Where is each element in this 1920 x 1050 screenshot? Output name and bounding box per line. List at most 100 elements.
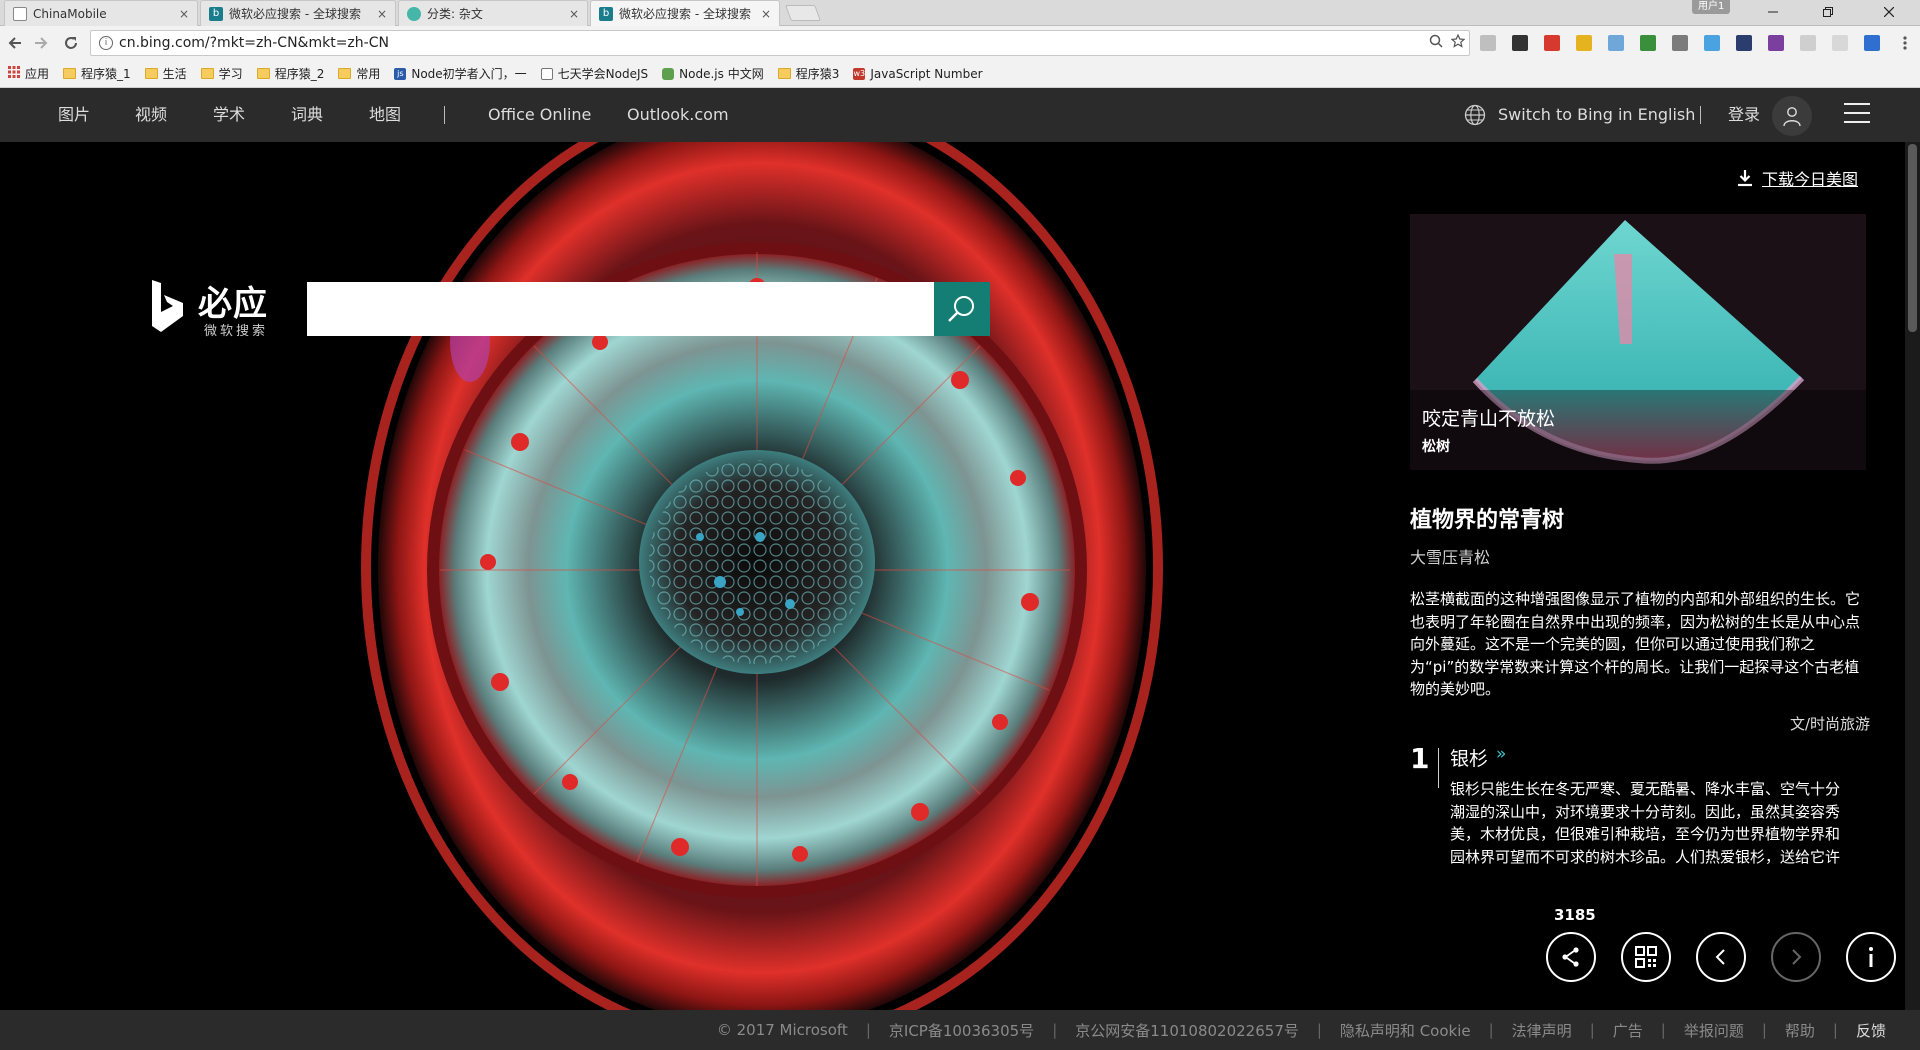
address-bar[interactable]: i cn.bing.com/?mkt=zh-CN&mkt=zh-CN [90, 30, 1470, 56]
share-button[interactable] [1546, 932, 1596, 982]
w3-icon: w3 [853, 67, 866, 80]
bookmark-folder[interactable]: 学习 [200, 65, 243, 82]
nav-videos[interactable]: 视频 [135, 88, 167, 142]
info-button[interactable] [1846, 932, 1896, 982]
reload-icon[interactable] [60, 32, 82, 54]
nav-dictionary[interactable]: 词典 [291, 88, 323, 142]
back-arrow-icon[interactable] [4, 32, 26, 54]
minimize-icon[interactable] [1750, 0, 1796, 24]
extension-icon[interactable] [1544, 35, 1560, 51]
article-author: 文/时尚旅游 [1789, 714, 1870, 733]
next-image-button[interactable] [1771, 932, 1821, 982]
footer-ads-link[interactable]: 广告 [1613, 1020, 1643, 1041]
forward-arrow-icon[interactable] [30, 32, 52, 54]
hamburger-menu-icon[interactable] [1844, 103, 1870, 125]
extension-icon[interactable] [1864, 35, 1880, 51]
scrollbar-thumb[interactable] [1908, 144, 1917, 332]
avatar[interactable] [1772, 96, 1812, 136]
nav-office-online[interactable]: Office Online [488, 88, 591, 142]
bookmark-label: 七天学会NodeJS [557, 67, 649, 81]
extension-icon[interactable] [1672, 35, 1688, 51]
switch-language-link[interactable]: Switch to Bing in English [1498, 88, 1695, 142]
tab-close-icon[interactable]: × [377, 7, 387, 21]
bookmark-link[interactable]: w3 JavaScript Number [853, 67, 983, 81]
extension-icon[interactable] [1768, 35, 1784, 51]
bookmark-folder[interactable]: 程序猿_1 [63, 65, 131, 82]
download-label: 下载今日美图 [1762, 170, 1859, 189]
nav-maps[interactable]: 地图 [369, 88, 401, 142]
search-input[interactable] [307, 282, 935, 336]
tab-bing-active[interactable]: b 微软必应搜索 - 全球搜索 × [590, 0, 780, 26]
qr-code-button[interactable] [1621, 932, 1671, 982]
tab-close-icon[interactable]: × [569, 7, 579, 21]
bookmark-folder[interactable]: 程序猿_2 [256, 65, 324, 82]
tab-close-icon[interactable]: × [761, 7, 771, 21]
bookmark-folder[interactable]: 常用 [338, 65, 380, 82]
browser-menu-icon[interactable] [1894, 32, 1916, 54]
extension-icon[interactable] [1480, 35, 1496, 51]
bookmark-link[interactable]: js Node初学者入门，一 [394, 65, 527, 82]
bookmark-apps[interactable]: 应用 [8, 65, 49, 82]
info-icon[interactable]: i [99, 36, 113, 50]
zoom-icon[interactable] [1425, 34, 1447, 52]
bing-logo[interactable]: 必应 微软搜索 [150, 276, 290, 339]
bookmark-star-icon[interactable] [1447, 33, 1469, 52]
globe-icon [407, 6, 421, 21]
extension-icon[interactable] [1576, 35, 1592, 51]
extension-icon[interactable] [1608, 35, 1624, 51]
list-item-title[interactable]: 银杉 [1450, 744, 1488, 771]
nav-divider [444, 106, 445, 124]
bookmark-label: 程序猿_1 [81, 67, 131, 81]
globe-icon[interactable] [1464, 104, 1486, 126]
bookmark-folder[interactable]: 生活 [144, 65, 187, 82]
hero-background: 必应 微软搜索 下载今日美图 咬定青山不放松 松树 植物界的常青树 大雪压青松 … [0, 142, 1920, 1010]
previous-image-button[interactable] [1696, 932, 1746, 982]
extension-icon[interactable] [1832, 35, 1848, 51]
footer-help-link[interactable]: 帮助 [1785, 1020, 1815, 1041]
extension-icon[interactable] [1512, 35, 1528, 51]
download-icon [1738, 170, 1752, 187]
search-button[interactable] [934, 282, 990, 336]
tab-bing-1[interactable]: b 微软必应搜索 - 全球搜索 × [200, 0, 396, 26]
article-title: 植物界的常青树 [1410, 508, 1565, 533]
footer-feedback-link[interactable]: 反馈 [1856, 1020, 1886, 1041]
extension-icon[interactable] [1736, 35, 1752, 51]
nav-images[interactable]: 图片 [58, 88, 90, 142]
bookmarks-bar: 应用 程序猿_1 生活 学习 程序猿_2 常用 js Node初学者入门，一 七天… [0, 60, 1920, 88]
footer-report-link[interactable]: 举报问题 [1684, 1020, 1744, 1041]
footer-divider: | [1488, 1021, 1494, 1039]
folder-icon [144, 68, 158, 79]
user-profile-badge[interactable]: 用户1 [1692, 0, 1731, 14]
folder-icon [63, 68, 77, 79]
extension-icon[interactable] [1800, 35, 1816, 51]
footer-legal-link[interactable]: 法律声明 [1512, 1020, 1572, 1041]
story-card[interactable]: 咬定青山不放松 松树 [1410, 214, 1866, 470]
tab-chinamobile[interactable]: ChinaMobile × [4, 0, 198, 26]
window-close-icon[interactable] [1866, 0, 1912, 24]
tab-category[interactable]: 分类: 杂文 × [398, 0, 588, 26]
footer-privacy-link[interactable]: 隐私声明和 Cookie [1340, 1020, 1471, 1041]
login-link[interactable]: 登录 [1728, 88, 1760, 142]
share-icon [1562, 947, 1579, 967]
footer-security-link[interactable]: 京公网安备11010802022657号 [1075, 1020, 1299, 1041]
new-tab-button[interactable] [785, 5, 821, 21]
restore-icon[interactable] [1805, 0, 1851, 24]
download-wallpaper-link[interactable]: 下载今日美图 [1736, 166, 1858, 190]
list-item[interactable]: 1 银杉 » 银杉只能生长在冬无严寒、夏无酷暑、降水丰富、空气十分潮湿的深山中，… [1410, 742, 1860, 868]
extension-icon[interactable] [1704, 35, 1720, 51]
footer-copyright: © 2017 Microsoft [716, 1021, 848, 1039]
bookmark-label: 生活 [162, 67, 187, 81]
bookmark-link[interactable]: 七天学会NodeJS [540, 65, 649, 82]
browser-tabbar: ChinaMobile × b 微软必应搜索 - 全球搜索 × 分类: 杂文 ×… [0, 0, 1920, 26]
bing-icon: b [209, 6, 223, 21]
bookmark-folder[interactable]: 程序猿3 [777, 65, 839, 82]
bookmark-link[interactable]: Node.js 中文网 [662, 65, 764, 82]
nav-outlook[interactable]: Outlook.com [627, 88, 729, 142]
page-scrollbar[interactable] [1905, 142, 1920, 1010]
extension-icon[interactable] [1640, 35, 1656, 51]
tab-label: 微软必应搜索 - 全球搜索 [619, 7, 751, 21]
tab-close-icon[interactable]: × [179, 7, 189, 21]
footer-icp-link[interactable]: 京ICP备10036305号 [889, 1020, 1034, 1041]
chevron-right-icon[interactable]: » [1496, 744, 1506, 764]
nav-academic[interactable]: 学术 [213, 88, 245, 142]
